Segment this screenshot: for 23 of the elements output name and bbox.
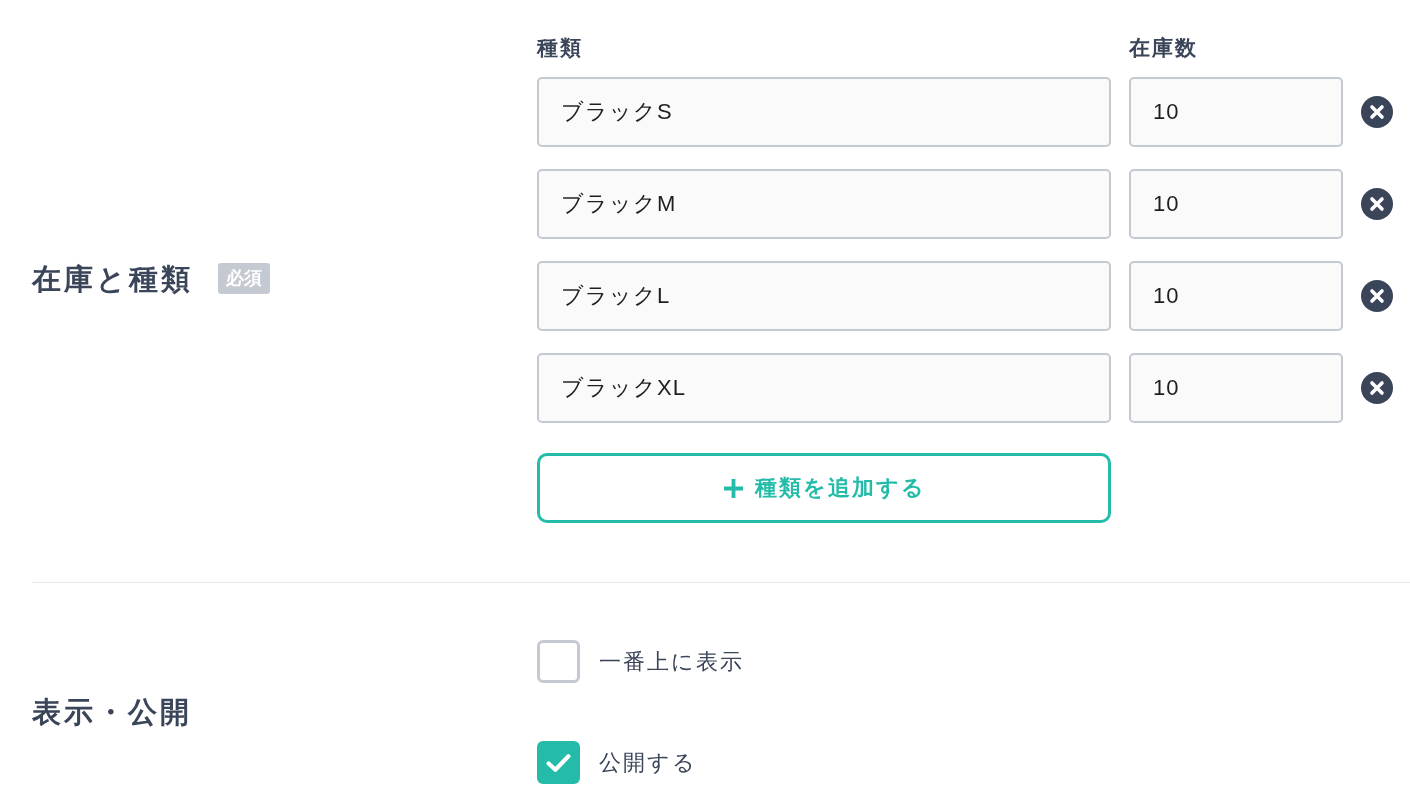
stock-input[interactable]: 10: [1129, 261, 1343, 331]
checkbox-label[interactable]: 一番上に表示: [599, 646, 744, 677]
plus-icon: [722, 477, 744, 499]
section-label: 表示・公開: [32, 695, 192, 730]
checkbox[interactable]: [537, 741, 580, 784]
remove-icon[interactable]: [1361, 372, 1393, 404]
remove-icon[interactable]: [1361, 188, 1393, 220]
checkbox[interactable]: [537, 640, 580, 683]
variant-input[interactable]: ブラックL: [537, 261, 1111, 331]
check-icon: [546, 752, 571, 773]
checkbox-label[interactable]: 公開する: [599, 747, 697, 778]
column-heading: 在庫数: [1129, 35, 1198, 61]
stock-input[interactable]: 10: [1129, 77, 1343, 147]
variant-input[interactable]: ブラックXL: [537, 353, 1111, 423]
stock-input[interactable]: 10: [1129, 169, 1343, 239]
variant-input[interactable]: ブラックS: [537, 77, 1111, 147]
remove-icon[interactable]: [1361, 280, 1393, 312]
column-heading: 種類: [537, 35, 583, 61]
required-tag: 必須: [218, 263, 270, 294]
remove-icon[interactable]: [1361, 96, 1393, 128]
stock-input[interactable]: 10: [1129, 353, 1343, 423]
variant-input[interactable]: ブラックM: [537, 169, 1111, 239]
section-label: 在庫と種類: [32, 261, 193, 297]
